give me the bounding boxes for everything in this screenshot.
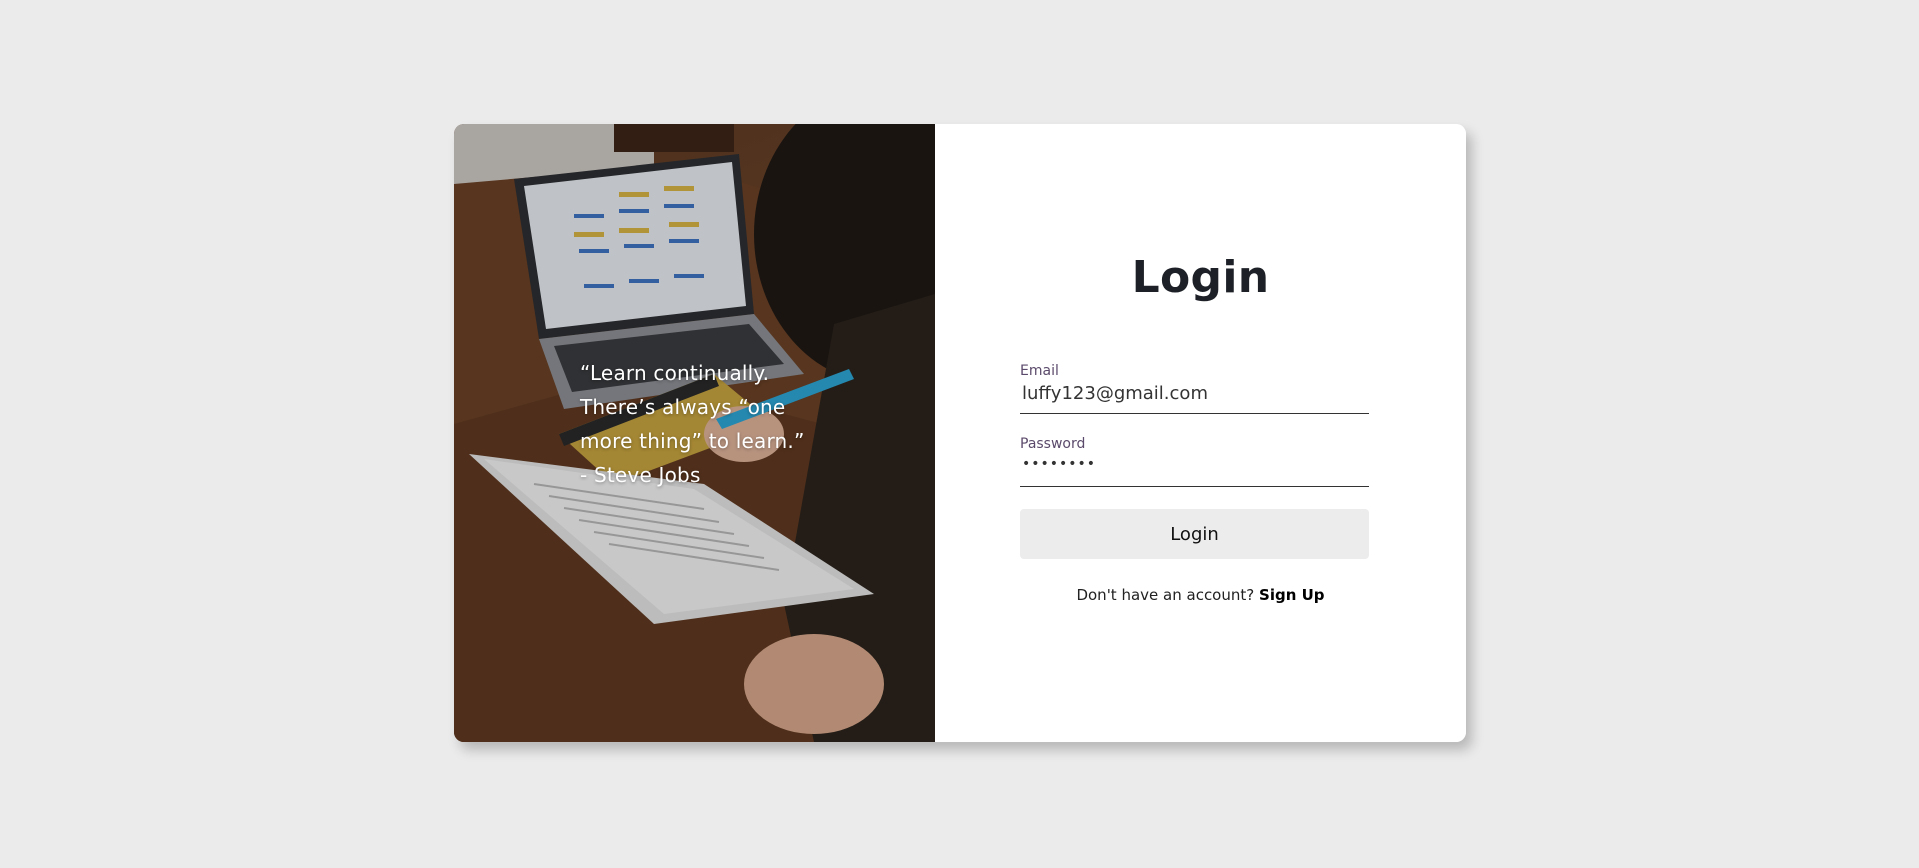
password-field-group: Password xyxy=(1020,424,1373,487)
login-button[interactable]: Login xyxy=(1020,509,1369,559)
quote-text: “Learn continually. There’s always “one … xyxy=(580,356,880,492)
signup-row: Don't have an account? Sign Up xyxy=(935,586,1466,604)
quote-line: “Learn continually. xyxy=(580,361,770,385)
password-input[interactable] xyxy=(1020,452,1373,472)
quote-line: more thing” to learn.” xyxy=(580,429,805,453)
login-card: “Learn continually. There’s always “one … xyxy=(454,124,1466,742)
email-field-group: Email xyxy=(1020,351,1373,414)
hero-photo: “Learn continually. There’s always “one … xyxy=(454,124,935,742)
page-title: Login xyxy=(1131,252,1270,303)
password-label: Password xyxy=(1020,436,1086,452)
signup-link[interactable]: Sign Up xyxy=(1259,586,1325,604)
email-label: Email xyxy=(1020,363,1059,379)
login-form: Login Email Password Login Don't have an… xyxy=(935,124,1466,742)
quote-author: - Steve Jobs xyxy=(580,463,701,487)
signup-prompt: Don't have an account? xyxy=(1076,586,1255,604)
email-input[interactable] xyxy=(1020,379,1373,404)
quote-line: There’s always “one xyxy=(580,395,786,419)
